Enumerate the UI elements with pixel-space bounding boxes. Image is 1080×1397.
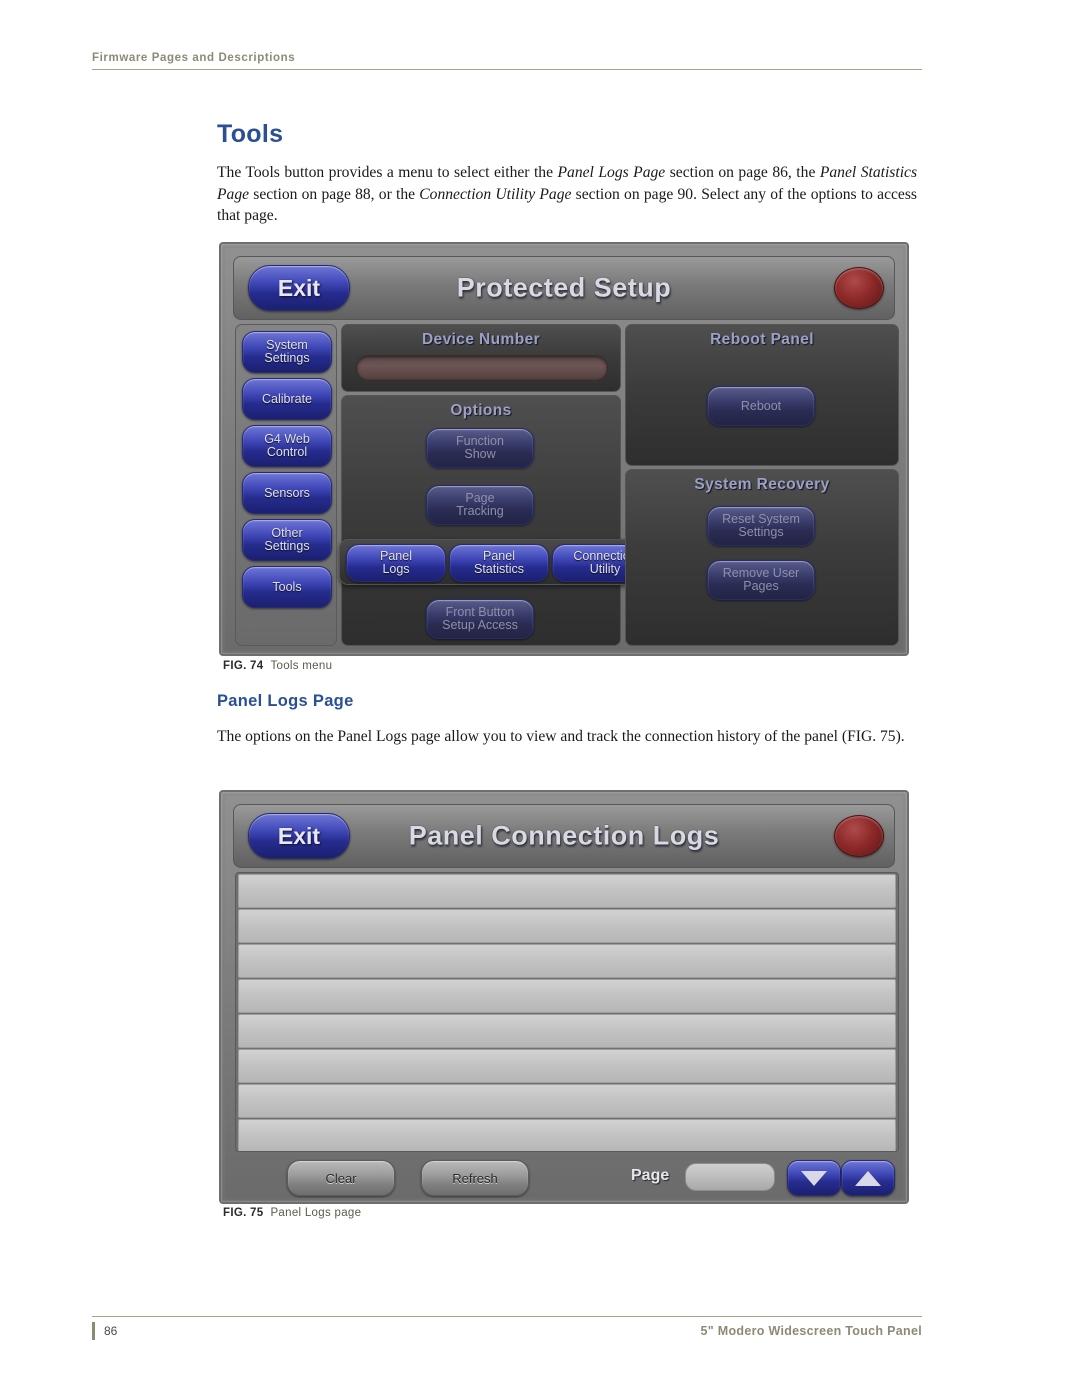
sidebar-item-label-line2: Settings (264, 539, 310, 553)
protected-setup-titlebar: Protected Setup Exit (233, 256, 895, 320)
connection-log-list[interactable] (235, 872, 899, 1152)
remove-user-pages-button[interactable]: Remove User Pages (707, 560, 815, 600)
page-down-button[interactable] (787, 1160, 841, 1196)
figure-74-caption: FIG. 74 Tools menu (223, 660, 332, 672)
sidebar-item-calibrate[interactable]: Calibrate (242, 378, 332, 420)
log-row[interactable] (238, 909, 896, 943)
para-run-1: Panel Logs Page (557, 164, 666, 181)
sidebar-item-other-settings[interactable]: Other Settings (242, 519, 332, 561)
figure-75-label: FIG. 75 (223, 1207, 264, 1219)
sidebar-item-label-line2: Settings (264, 351, 310, 365)
panel-statistics-line2: Statistics (473, 562, 524, 576)
para-run-0: The Tools button provides a menu to sele… (217, 164, 558, 181)
panel-logs-button[interactable]: Panel Logs (346, 544, 446, 582)
log-row[interactable] (238, 1014, 896, 1048)
system-recovery-group: System Recovery Reset System Settings Re… (625, 469, 899, 646)
triangle-up-icon (855, 1170, 881, 1186)
sidebar-item-g4-web-control[interactable]: G4 Web Control (242, 425, 332, 467)
clear-button[interactable]: Clear (287, 1160, 395, 1196)
para-run-4: section on page 88, or the (249, 185, 420, 203)
log-row[interactable] (238, 944, 896, 978)
panel-logs-line2: Logs (382, 562, 410, 576)
reboot-panel-group: Reboot Panel Reboot (625, 324, 899, 466)
tools-intro-paragraph: The Tools button provides a menu to sele… (217, 162, 917, 227)
sidebar-item-label-line1: Calibrate (261, 391, 313, 406)
panel-inner-surface: Protected Setup Exit System Settings Cal… (225, 248, 903, 650)
page-label: Page (631, 1167, 670, 1184)
page-running-header: Firmware Pages and Descriptions (92, 52, 922, 70)
remove-user-line2: Pages (743, 579, 779, 593)
close-icon[interactable] (834, 815, 884, 857)
page-tracking-line2: Tracking (456, 504, 504, 518)
log-row[interactable] (238, 1084, 896, 1118)
figure-75-caption-text: Panel Logs page (270, 1207, 362, 1219)
function-show-button[interactable]: Function Show (426, 428, 534, 468)
reboot-button[interactable]: Reboot (707, 386, 815, 426)
panel-connection-logs-panel: Panel Connection Logs Exit Clear Refresh… (219, 790, 909, 1204)
page-number-field[interactable] (685, 1163, 775, 1191)
reboot-button-label: Reboot (740, 398, 782, 413)
close-icon[interactable] (834, 267, 884, 309)
tools-flyout-menu: Panel Logs Panel Statistics Connection U… (339, 539, 665, 585)
footer-page-number: 86 (104, 1324, 118, 1338)
front-button-setup-access-button[interactable]: Front Button Setup Access (426, 599, 534, 639)
device-number-group: Device Number (341, 324, 621, 392)
footer-divider (92, 1316, 922, 1317)
log-row[interactable] (238, 874, 896, 908)
figure-74-label: FIG. 74 (223, 660, 264, 672)
reset-system-line2: Settings (738, 525, 784, 539)
subsection-title: Panel Logs Page (217, 692, 354, 710)
figure-75-caption: FIG. 75 Panel Logs page (223, 1207, 361, 1219)
logs-panel-inner-surface: Panel Connection Logs Exit Clear Refresh… (225, 796, 903, 1198)
reset-system-settings-button[interactable]: Reset System Settings (707, 506, 815, 546)
panel-statistics-button[interactable]: Panel Statistics (449, 544, 549, 582)
footer-doc-title: 5" Modero Widescreen Touch Panel (700, 1324, 922, 1338)
device-number-label: Device Number (421, 331, 541, 348)
panel-logs-paragraph: The options on the Panel Logs page allow… (217, 728, 905, 745)
protected-setup-panel: Protected Setup Exit System Settings Cal… (219, 242, 909, 656)
triangle-down-icon (801, 1170, 827, 1186)
system-recovery-label: System Recovery (694, 476, 830, 493)
front-button-setup-line2: Setup Access (442, 618, 518, 632)
options-label: Options (450, 402, 512, 419)
sidebar-item-label-line2: Control (266, 445, 308, 459)
refresh-button[interactable]: Refresh (421, 1160, 529, 1196)
function-show-line2: Show (464, 447, 496, 461)
exit-button[interactable]: Exit (248, 265, 350, 311)
sidebar-item-system-settings[interactable]: System Settings (242, 331, 332, 373)
reboot-panel-label: Reboot Panel (710, 331, 814, 348)
options-group: Options Function Show Page Tracking Fron… (341, 395, 621, 646)
exit-button[interactable]: Exit (248, 813, 350, 859)
running-head-text: Firmware Pages and Descriptions (92, 52, 296, 64)
page-up-button[interactable] (841, 1160, 895, 1196)
sidebar-column: System Settings Calibrate G4 Web Control… (235, 324, 337, 646)
log-row[interactable] (238, 979, 896, 1013)
para-run-5: Connection Utility Page (419, 185, 572, 203)
sidebar-item-label-line1: Tools (272, 579, 302, 594)
panel-logs-titlebar: Panel Connection Logs Exit (233, 804, 895, 868)
footer-accent-bar (92, 1322, 95, 1340)
sidebar-item-label-line1: Sensors (264, 485, 310, 500)
sidebar-item-tools[interactable]: Tools (242, 566, 332, 608)
log-row[interactable] (238, 1119, 896, 1151)
page-title: Tools (217, 120, 284, 148)
connection-utility-line2: Utility (589, 562, 621, 576)
page-tracking-button[interactable]: Page Tracking (426, 485, 534, 525)
log-row[interactable] (238, 1049, 896, 1083)
para-run-2: section on page 86, the (665, 164, 820, 181)
sidebar-item-sensors[interactable]: Sensors (242, 472, 332, 514)
device-number-input[interactable] (356, 355, 608, 381)
figure-74-caption-text: Tools menu (270, 660, 333, 672)
